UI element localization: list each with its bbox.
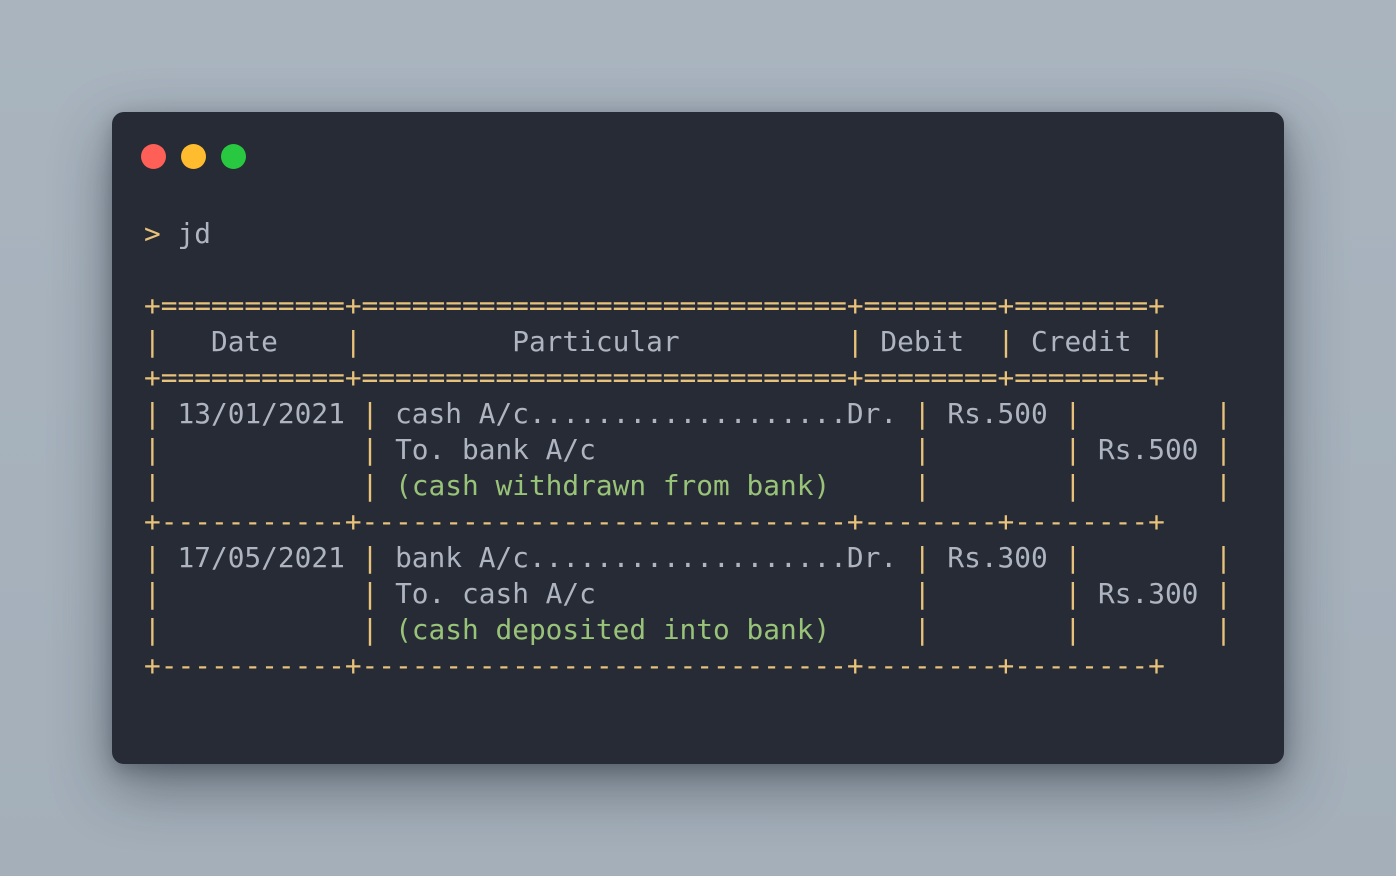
table-bottom-border: +-----------+---------------------------… bbox=[144, 649, 1165, 682]
table-row: | 13/01/2021 | cash A/c.................… bbox=[144, 397, 1232, 430]
entry-credit-account: To. cash A/c bbox=[378, 577, 864, 610]
header-particular: Particular bbox=[361, 325, 847, 358]
entry-credit-amount bbox=[1081, 397, 1215, 430]
table-header-bottom-border: +===========+===========================… bbox=[144, 361, 1165, 394]
entry-credit-account: To. bank A/c bbox=[378, 433, 864, 466]
table-header-top-border: +===========+===========================… bbox=[144, 289, 1165, 322]
header-credit: Credit bbox=[1014, 325, 1149, 358]
entry-debit-account: bank A/c...................Dr. bbox=[378, 541, 914, 574]
maximize-window-button[interactable] bbox=[221, 144, 246, 169]
entry-date: 17/05/2021 bbox=[160, 541, 362, 574]
prompt-symbol: > bbox=[144, 217, 161, 250]
entry-narration: (cash deposited into bank) bbox=[378, 613, 864, 646]
terminal-window: > jd +===========+======================… bbox=[112, 112, 1284, 764]
entry-date-blank bbox=[161, 613, 362, 646]
table-row: | | (cash deposited into bank) | | | bbox=[144, 613, 1232, 646]
command-line: > jd bbox=[144, 216, 1232, 252]
table-row: | | To. bank A/c | | Rs.500 | bbox=[144, 433, 1232, 466]
entry-debit-account: cash A/c...................Dr. bbox=[378, 397, 914, 430]
table-header-row: | Date | Particular | Debit | Credit | bbox=[144, 325, 1165, 358]
terminal-output: > jd +===========+======================… bbox=[144, 216, 1232, 684]
close-window-button[interactable] bbox=[141, 144, 166, 169]
header-debit: Debit bbox=[863, 325, 998, 358]
command-text: jd bbox=[177, 217, 211, 250]
entry-date-blank bbox=[161, 577, 362, 610]
entry-date: 13/01/2021 bbox=[160, 397, 362, 430]
minimize-window-button[interactable] bbox=[181, 144, 206, 169]
header-date: Date bbox=[160, 325, 345, 358]
entry-narration: (cash withdrawn from bank) bbox=[378, 469, 864, 502]
entry-date-blank bbox=[161, 469, 362, 502]
entry-debit-amount bbox=[931, 433, 1065, 466]
entry-credit-amount bbox=[1081, 541, 1215, 574]
entry-debit-amount: Rs.500 bbox=[930, 397, 1065, 430]
entry-debit-amount bbox=[931, 577, 1065, 610]
table-row: | 17/05/2021 | bank A/c.................… bbox=[144, 541, 1232, 574]
entry-credit-amount: Rs.500 bbox=[1081, 433, 1216, 466]
table-row: | | To. cash A/c | | Rs.300 | bbox=[144, 577, 1232, 610]
entry-credit-amount: Rs.300 bbox=[1081, 577, 1216, 610]
table-row-border: +-----------+---------------------------… bbox=[144, 505, 1165, 538]
entry-debit-amount: Rs.300 bbox=[930, 541, 1065, 574]
table-row: | | (cash withdrawn from bank) | | | bbox=[144, 469, 1232, 502]
entry-date-blank bbox=[161, 433, 362, 466]
